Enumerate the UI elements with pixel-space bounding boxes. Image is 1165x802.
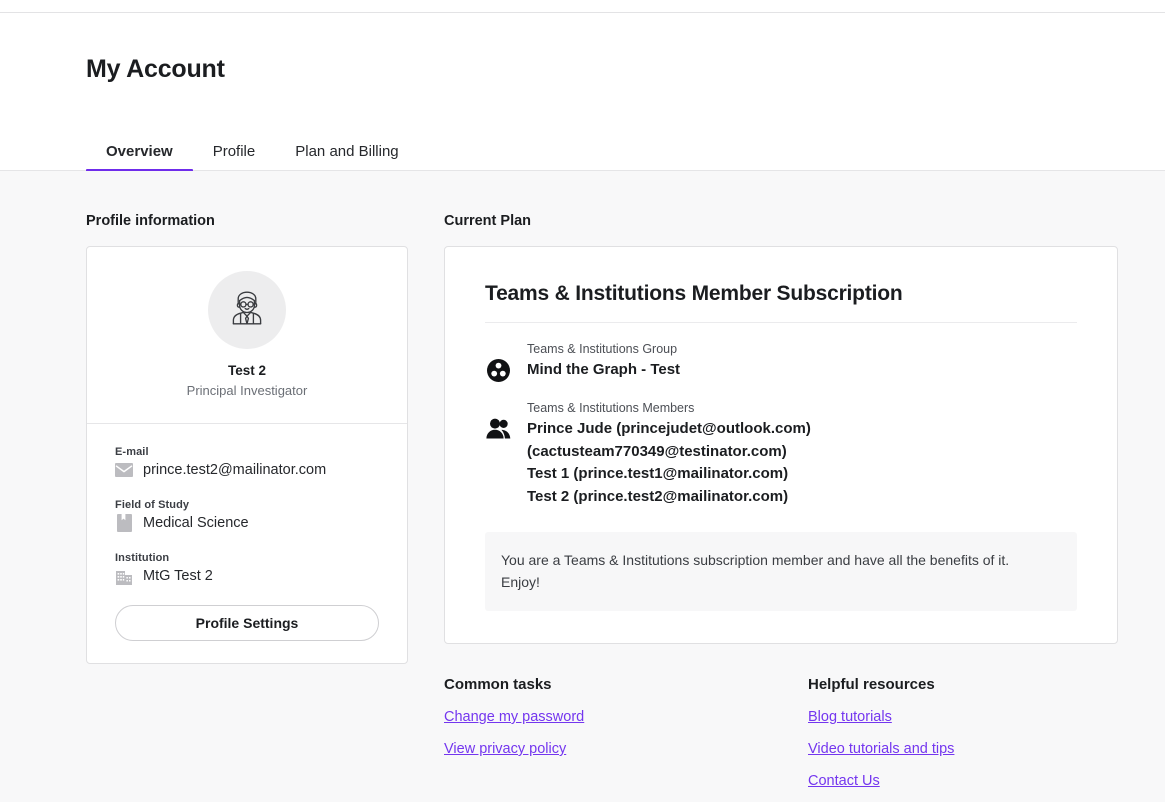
plan-note-box: You are a Teams & Institutions subscript…: [485, 532, 1077, 611]
plan-members-label: Teams & Institutions Members: [527, 401, 695, 415]
link-contact-us[interactable]: Contact Us: [808, 773, 880, 789]
plan-group-label: Teams & Institutions Group: [527, 342, 678, 356]
plan-members-row: Teams & Institutions Members Prince Jude…: [485, 399, 1077, 508]
profile-information-heading: Profile information: [86, 213, 215, 229]
envelope-icon: [115, 461, 133, 479]
link-blog-tutorials[interactable]: Blog tutorials: [808, 709, 892, 725]
plan-member-item: Test 2 (prince.test2@mailinator.com): [527, 487, 789, 505]
plan-member-item: Prince Jude (princejudet@outlook.com): [527, 420, 811, 437]
people-icon: [485, 399, 511, 508]
link-change-my-password[interactable]: Change my password: [444, 709, 584, 725]
detail-field-of-study: Field of Study Medical Science: [115, 499, 379, 532]
plan-group-value: Mind the Graph - Test: [527, 361, 681, 378]
detail-institution-label: Institution: [115, 552, 170, 564]
profile-card: Test 2 Principal Investigator E-mail pri…: [86, 246, 408, 664]
helpful-resources-heading: Helpful resources: [808, 676, 935, 693]
avatar: [208, 271, 286, 349]
helpful-resources-column: Helpful resources Blog tutorials Video t…: [808, 676, 1118, 802]
plan-member-item: Test 1 (prince.test1@mailinator.com): [527, 465, 789, 482]
page-body: Profile information Test 2 Principal Inv…: [0, 171, 1165, 802]
group-circle-icon: [485, 340, 511, 382]
plan-card: Teams & Institutions Member Subscription…: [444, 246, 1118, 644]
plan-group-row: Teams & Institutions Group Mind the Grap…: [485, 340, 1077, 382]
tab-plan-and-billing-label: Plan and Billing: [295, 143, 399, 160]
footer-links: Common tasks Change my password View pri…: [444, 676, 1118, 802]
detail-field-of-study-label: Field of Study: [115, 499, 190, 511]
my-account-page: My Account Overview Profile Plan and Bil…: [0, 0, 1165, 802]
tab-overview[interactable]: Overview: [86, 131, 193, 172]
common-tasks-heading: Common tasks: [444, 676, 552, 693]
building-icon: [115, 567, 133, 585]
plan-title-divider: [485, 322, 1077, 323]
profile-information-section: Profile information Test 2 Principal Inv…: [86, 213, 408, 664]
profile-card-header: Test 2 Principal Investigator: [87, 247, 407, 424]
current-plan-section: Current Plan Teams & Institutions Member…: [444, 213, 1118, 644]
detail-field-of-study-value: Medical Science: [143, 515, 249, 531]
page-header: My Account Overview Profile Plan and Bil…: [0, 13, 1165, 172]
account-tabs: Overview Profile Plan and Billing: [86, 131, 419, 172]
plan-note-text: You are a Teams & Institutions subscript…: [501, 552, 1010, 590]
common-tasks-column: Common tasks Change my password View pri…: [444, 676, 808, 802]
profile-role: Principal Investigator: [186, 383, 308, 398]
plan-title: Teams & Institutions Member Subscription: [485, 282, 903, 305]
detail-email: E-mail prince.test2@mailinator.com: [115, 446, 379, 479]
detail-email-label: E-mail: [115, 446, 149, 458]
plan-member-item: (cactusteam770349@testinator.com): [527, 442, 787, 460]
tab-plan-and-billing[interactable]: Plan and Billing: [275, 131, 418, 172]
tab-profile-label: Profile: [212, 143, 256, 160]
profile-name: Test 2: [227, 363, 266, 378]
profile-settings-button[interactable]: Profile Settings: [115, 605, 379, 641]
current-plan-heading: Current Plan: [444, 213, 532, 229]
detail-institution: Institution MtG Test 2: [115, 552, 379, 585]
detail-email-value: prince.test2@mailinator.com: [143, 462, 327, 478]
tab-profile[interactable]: Profile: [193, 131, 276, 172]
profile-details: E-mail prince.test2@mailinator.com Field…: [87, 424, 407, 585]
page-title: My Account: [86, 55, 225, 83]
tab-overview-label: Overview: [106, 143, 173, 160]
book-icon: [115, 514, 133, 532]
link-video-tutorials-and-tips[interactable]: Video tutorials and tips: [808, 741, 954, 757]
scientist-avatar-icon: [224, 285, 270, 336]
link-view-privacy-policy[interactable]: View privacy policy: [444, 741, 566, 757]
detail-institution-value: MtG Test 2: [143, 568, 213, 584]
